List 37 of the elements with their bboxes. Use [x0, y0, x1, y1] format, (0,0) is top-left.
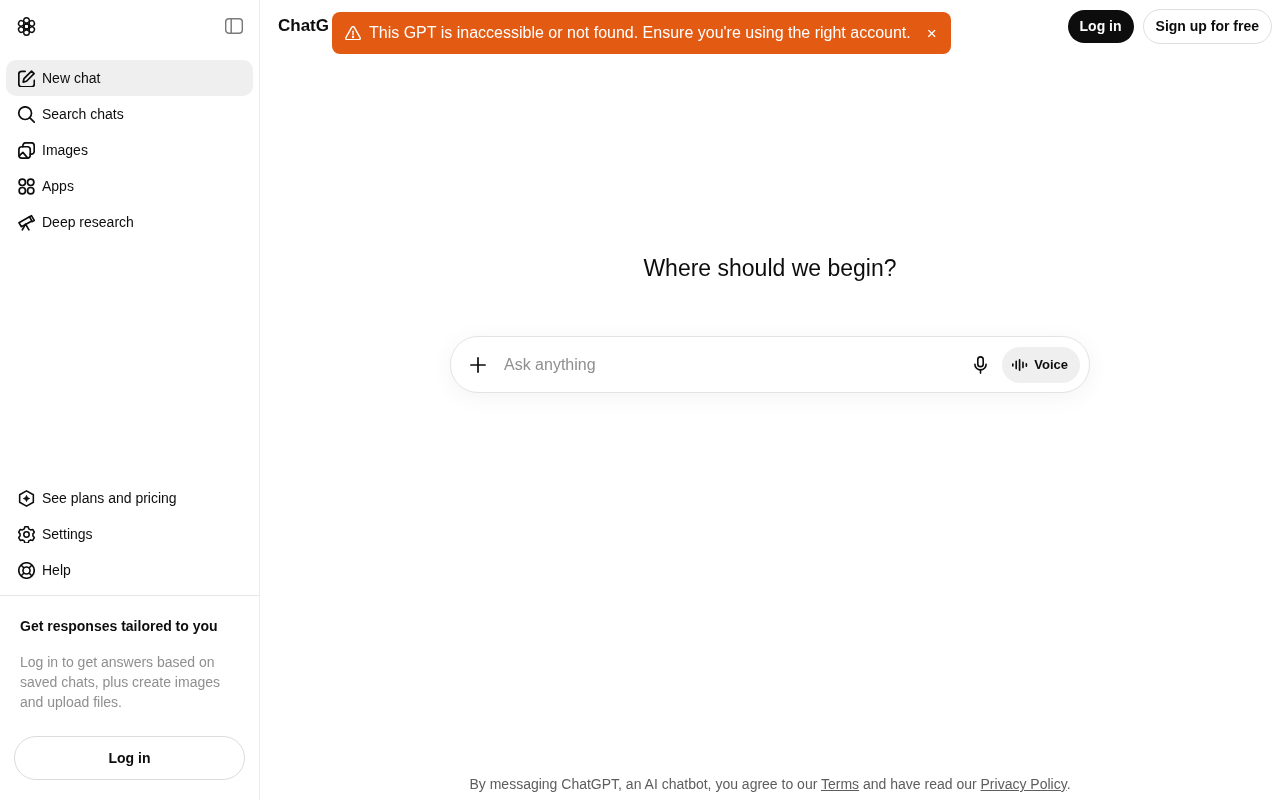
sidebar-item[interactable]: See plans and pricing	[6, 480, 253, 516]
login-button[interactable]: Log in	[14, 736, 245, 780]
sidebar-item[interactable]: Deep research	[6, 204, 253, 240]
sidebar-item[interactable]: Images	[6, 132, 253, 168]
telescope-icon	[18, 213, 35, 231]
sidebar-item[interactable]: Search chats	[6, 96, 253, 132]
privacy-link[interactable]: Privacy Policy	[980, 776, 1067, 792]
app-title: ChatG	[278, 16, 329, 36]
voice-button[interactable]: Voice	[1002, 346, 1080, 383]
plus-icon	[470, 356, 486, 373]
toast-close-button[interactable]: ×	[924, 24, 939, 42]
toast-message: This GPT is inaccessible or not found. Ensure you're using the right account.	[369, 24, 911, 42]
sidebar-item[interactable]: New chat	[6, 60, 253, 96]
warning-icon	[345, 26, 361, 40]
sidebar-item[interactable]: Settings	[6, 516, 253, 552]
sidebar-item[interactable]: Help	[6, 552, 253, 588]
grid-icon	[18, 177, 35, 195]
sidebar-toggle-button[interactable]	[223, 16, 245, 36]
terms-link[interactable]: Terms	[821, 776, 860, 792]
signup-button[interactable]: Sign up for free	[1142, 8, 1272, 44]
login-button[interactable]: Log in	[1067, 9, 1134, 43]
footer-disclaimer: By messaging ChatGPT, an AI chatbot, you agree to our Terms and have read our Privacy Policy.	[469, 775, 1071, 794]
pictures-icon	[18, 141, 35, 159]
pencil-square-icon	[18, 69, 35, 87]
promo-text: Log in to get answers based on saved chats, plus create images and upload files.	[19, 653, 221, 712]
panel-icon	[225, 18, 243, 34]
logo-icon[interactable]	[16, 15, 37, 37]
page-heading: Where should we begin?	[643, 254, 897, 283]
search-icon	[18, 105, 35, 123]
sparkle-hexagon-icon	[18, 489, 35, 507]
prompt-input-field[interactable]: Ask anything	[496, 355, 963, 374]
gear-icon	[18, 525, 35, 543]
microphone-icon	[973, 355, 987, 374]
promo-title: Get responses tailored to you	[19, 617, 219, 636]
waveform-icon	[1012, 358, 1029, 371]
sidebar-item[interactable]: Apps	[6, 168, 253, 204]
lifebuoy-icon	[18, 561, 35, 579]
